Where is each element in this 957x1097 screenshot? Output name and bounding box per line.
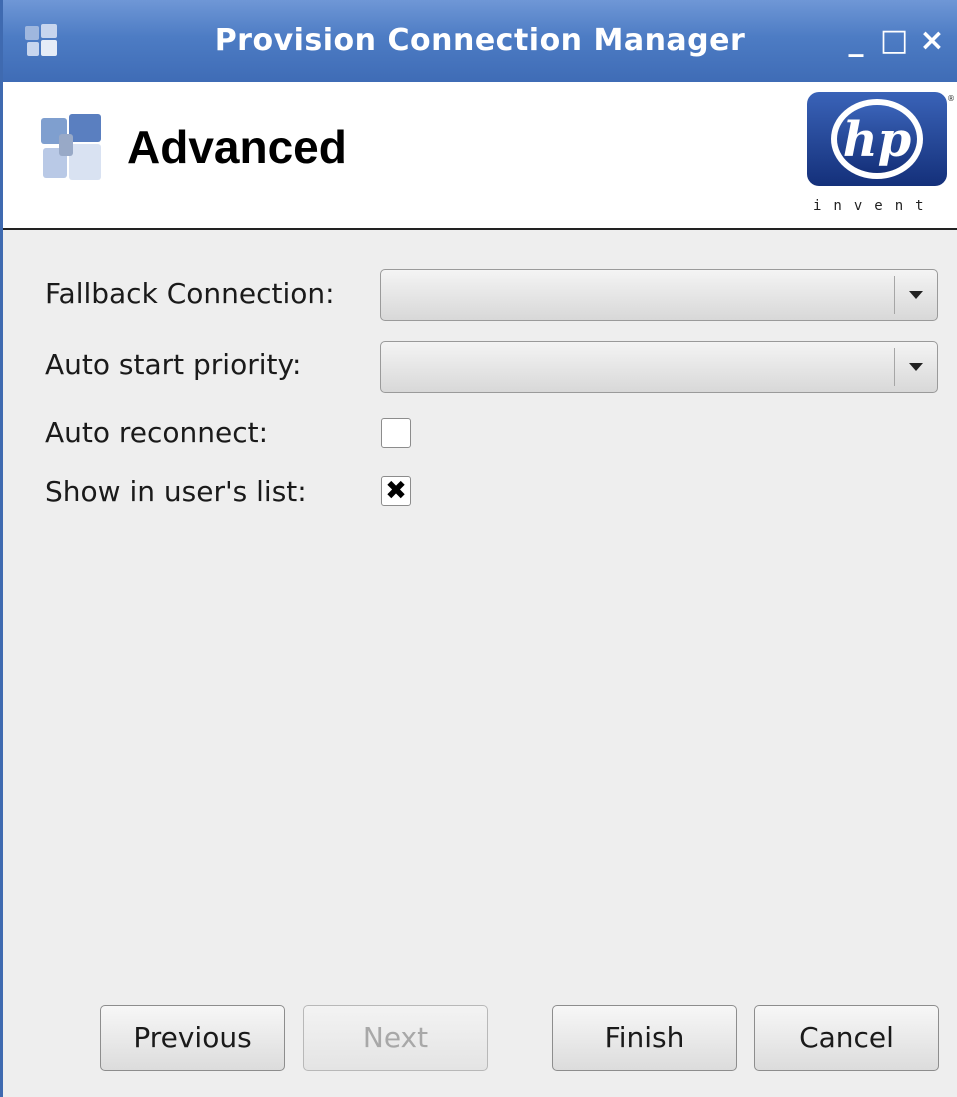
auto-start-priority-label: Auto start priority:	[45, 348, 302, 381]
hp-logo: hp ® invent	[807, 92, 955, 218]
finish-button[interactable]: Finish	[552, 1005, 737, 1071]
dropdown-separator	[894, 276, 895, 314]
dropdown-separator	[894, 348, 895, 386]
hp-logo-icon: hp	[807, 92, 947, 186]
chevron-down-icon[interactable]	[909, 363, 923, 371]
fallback-connection-dropdown[interactable]	[380, 269, 938, 321]
title-bar[interactable]: Provision Connection Manager _ □ ×	[3, 0, 957, 82]
page-title: Advanced	[127, 121, 347, 173]
cancel-button[interactable]: Cancel	[754, 1005, 939, 1071]
show-in-users-list-label: Show in user's list:	[45, 475, 307, 508]
page-header: Advanced hp ® invent	[3, 82, 957, 230]
chevron-down-icon[interactable]	[909, 291, 923, 299]
show-in-users-list-checkbox[interactable]: ✖	[381, 476, 411, 506]
checkmark-x-icon: ✖	[385, 476, 407, 506]
fallback-connection-label: Fallback Connection:	[45, 277, 335, 310]
auto-reconnect-checkbox[interactable]	[381, 418, 411, 448]
auto-start-priority-dropdown[interactable]	[380, 341, 938, 393]
minimize-button[interactable]: _	[841, 24, 871, 58]
provision-connection-manager-window: Provision Connection Manager _ □ × Advan…	[0, 0, 957, 1097]
hp-tagline: invent	[813, 198, 936, 214]
maximize-button[interactable]: □	[879, 24, 909, 58]
auto-reconnect-label: Auto reconnect:	[45, 416, 269, 449]
window-title: Provision Connection Manager	[214, 23, 746, 58]
next-button[interactable]: Next	[303, 1005, 488, 1071]
svg-text:hp: hp	[843, 112, 911, 168]
registered-mark: ®	[947, 94, 955, 103]
connection-manager-icon	[41, 114, 101, 180]
close-button[interactable]: ×	[917, 24, 947, 58]
previous-button[interactable]: Previous	[100, 1005, 285, 1071]
